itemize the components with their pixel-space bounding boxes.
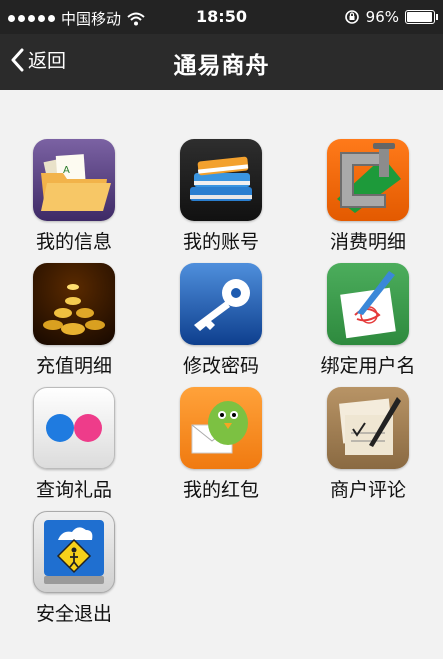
menu-item-topup-details[interactable]: 充值明细 — [0, 214, 148, 377]
folder-icon: A — [33, 139, 115, 221]
page-title: 通易商舟 — [173, 53, 270, 79]
nav-bar: 返回 通易商舟 — [0, 34, 443, 90]
battery-icon — [405, 10, 438, 24]
menu-item-query-gifts[interactable]: 查询礼品 — [0, 338, 148, 501]
menu-item-change-password[interactable]: 修改密码 — [147, 214, 295, 377]
menu-item-my-red-packet[interactable]: 我的红包 — [147, 338, 295, 501]
rotation-lock-icon — [344, 10, 359, 24]
notepad-pen-icon — [327, 387, 409, 469]
battery-percent: 96% — [365, 8, 399, 26]
menu-label: 我的红包 — [182, 479, 259, 501]
menu-item-my-info[interactable]: A 我的信息 — [0, 90, 148, 253]
menu-label: 安全退出 — [35, 603, 112, 625]
coins-icon — [33, 263, 115, 345]
menu-label: 商户评论 — [329, 479, 406, 501]
secure-drive-icon — [33, 511, 115, 593]
clamp-icon — [327, 139, 409, 221]
menu-item-spending-details[interactable]: 消费明细 — [294, 90, 442, 253]
svg-text:A: A — [63, 165, 70, 176]
status-bar: 中国移动 18:50 96% — [0, 0, 443, 34]
bird-envelope-icon — [180, 387, 262, 469]
menu-item-merchant-reviews[interactable]: 商户评论 — [294, 338, 442, 501]
paper-pen-icon — [327, 263, 409, 345]
menu-item-my-account[interactable]: 我的账号 — [147, 90, 295, 253]
flickr-dots-icon — [33, 387, 115, 469]
status-right: 96% — [344, 8, 438, 26]
menu-item-safe-logout[interactable]: 安全退出 — [0, 462, 148, 625]
books-icon — [180, 139, 262, 221]
key-icon — [180, 263, 262, 345]
menu-item-bind-username[interactable]: 绑定用户名 — [294, 214, 442, 377]
